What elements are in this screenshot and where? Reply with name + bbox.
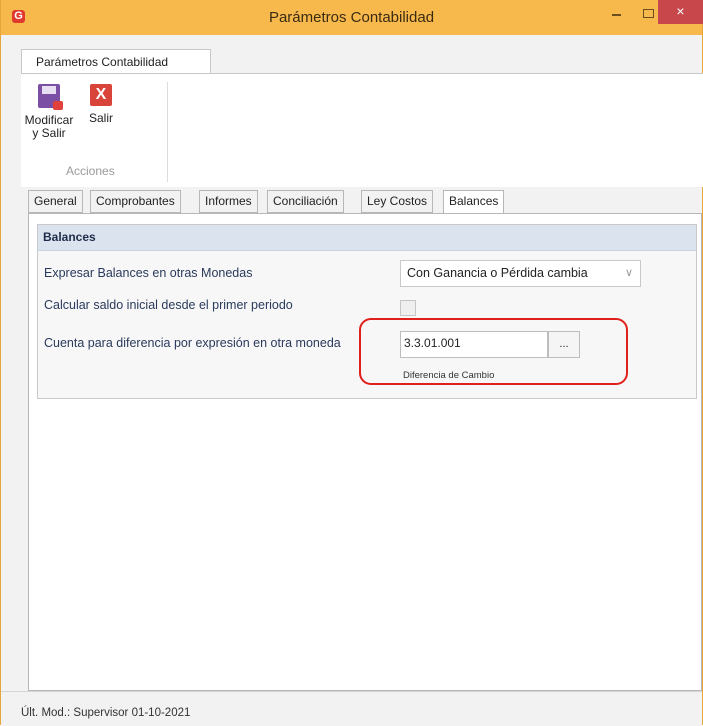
- close-button[interactable]: ×: [658, 0, 703, 24]
- tab-content: Balances Expresar Balances en otras Mone…: [28, 213, 702, 691]
- tab-conciliacion[interactable]: Conciliación: [267, 190, 344, 213]
- difference-account-label: Cuenta para diferencia por expresión en …: [44, 336, 341, 350]
- currency-expression-select[interactable]: Con Ganancia o Pérdida cambia ∨: [400, 260, 641, 287]
- ribbon: Parámetros Contabilidad Modificar y Sali…: [15, 44, 703, 187]
- save-and-exit-button[interactable]: Modificar y Salir: [21, 84, 77, 140]
- last-modified-text: Últ. Mod.: Supervisor 01-10-2021: [21, 707, 191, 719]
- balances-group-header: Balances: [38, 225, 696, 251]
- exit-button[interactable]: X Salir: [81, 84, 121, 125]
- exit-x-icon: X: [90, 84, 112, 106]
- window: G Parámetros Contabilidad × Parámetros C…: [0, 0, 703, 726]
- close-icon: ×: [676, 3, 685, 19]
- title-bar[interactable]: G Parámetros Contabilidad ×: [1, 0, 703, 35]
- ribbon-tab[interactable]: Parámetros Contabilidad: [21, 49, 211, 73]
- currency-expression-value: Con Ganancia o Pérdida cambia: [407, 266, 588, 280]
- tab-informes[interactable]: Informes: [199, 190, 258, 213]
- tab-balances[interactable]: Balances: [443, 190, 505, 214]
- save-disk-icon: [38, 84, 63, 110]
- save-and-exit-label-line2: y Salir: [32, 126, 66, 140]
- tab-general[interactable]: General: [28, 190, 83, 213]
- ribbon-panel: Modificar y Salir X Salir Acciones: [21, 73, 703, 187]
- express-currencies-label: Expresar Balances en otras Monedas: [44, 266, 253, 280]
- exit-label: Salir: [88, 111, 113, 125]
- tab-ley-costos[interactable]: Ley Costos: [361, 190, 434, 213]
- minimize-icon[interactable]: [603, 4, 631, 30]
- initial-balance-label: Calcular saldo inicial desde el primer p…: [44, 298, 293, 312]
- window-title: Parámetros Contabilidad: [268, 9, 435, 26]
- ribbon-group-divider: [167, 82, 168, 182]
- tab-comprobantes[interactable]: Comprobantes: [90, 190, 181, 213]
- ribbon-group-label: Acciones: [66, 164, 115, 178]
- highlight-annotation: [359, 318, 628, 385]
- chevron-down-icon: ∨: [624, 267, 633, 279]
- status-bar: Últ. Mod.: Supervisor 01-10-2021: [1, 691, 702, 726]
- initial-balance-checkbox[interactable]: [400, 300, 416, 316]
